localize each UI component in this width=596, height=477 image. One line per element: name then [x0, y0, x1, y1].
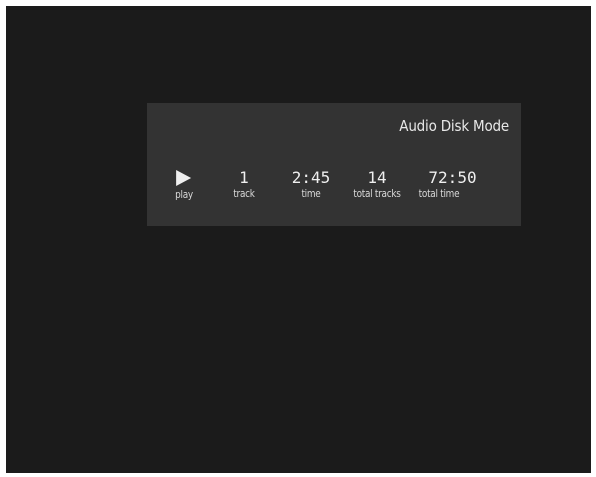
total-tracks-count: 14 — [367, 168, 387, 187]
total-time-value: 72:50 — [428, 168, 477, 187]
total-tracks-label: total tracks — [353, 187, 401, 200]
audio-disk-osd-panel: Audio Disk Mode play 1 track 2:45 time 1… — [147, 103, 521, 226]
mode-title: Audio Disk Mode — [399, 117, 509, 135]
track-label: track — [233, 187, 255, 200]
elapsed-time: 2:45 — [291, 168, 331, 187]
play-label: play — [175, 188, 193, 201]
time-readout: 2:45 time — [292, 169, 331, 201]
track-number: 1 — [239, 168, 249, 187]
track-readout: 1 track — [232, 169, 256, 201]
play-icon[interactable] — [176, 170, 192, 186]
total-time-label: total time — [418, 187, 460, 200]
play-status[interactable]: play — [174, 169, 194, 202]
time-label: time — [301, 187, 321, 200]
total-tracks-readout: 14 total tracks — [351, 169, 404, 201]
player-screen: Audio Disk Mode play 1 track 2:45 time 1… — [6, 6, 591, 473]
total-time-readout: 72:50 total time — [401, 168, 477, 201]
